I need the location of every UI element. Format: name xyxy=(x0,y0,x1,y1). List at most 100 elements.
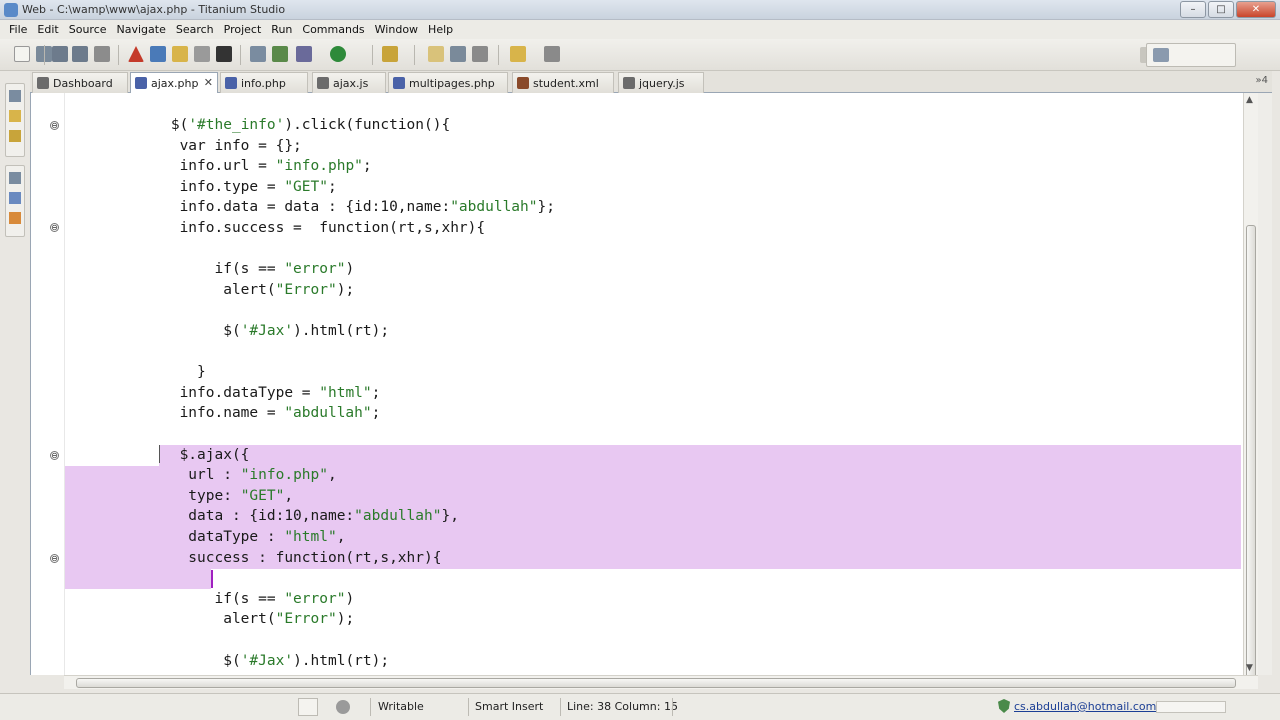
toolbar-separator xyxy=(118,45,119,65)
tab-overflow-button[interactable]: »4 xyxy=(1256,75,1268,86)
menu-search[interactable]: Search xyxy=(171,20,219,39)
restore-stack-icon[interactable] xyxy=(9,172,21,184)
menu-commands[interactable]: Commands xyxy=(297,20,369,39)
trim-view-group xyxy=(5,83,25,157)
save-icon[interactable] xyxy=(52,46,68,62)
tab-info-php[interactable]: info.php xyxy=(220,72,308,93)
vertical-scrollbar[interactable]: ▲ ▼ xyxy=(1243,93,1258,685)
toolbar-separator xyxy=(240,45,241,65)
menu-edit[interactable]: Edit xyxy=(32,20,63,39)
fold-marker-icon[interactable]: ⊖ xyxy=(50,121,59,130)
code-line: type: "GET", xyxy=(101,487,294,504)
code-line: alert("Error"); xyxy=(101,281,355,298)
minimize-button[interactable]: – xyxy=(1180,1,1206,18)
tab-multipages-php[interactable]: multipages.php xyxy=(388,72,508,93)
previous-annotation-icon[interactable] xyxy=(510,46,526,62)
fold-marker-icon[interactable]: ⊖ xyxy=(50,223,59,232)
menu-navigate[interactable]: Navigate xyxy=(112,20,171,39)
samples-view-icon[interactable] xyxy=(9,212,21,224)
run-icon[interactable] xyxy=(330,46,346,62)
menu-help[interactable]: Help xyxy=(423,20,458,39)
tab-jquery-js[interactable]: jquery.js xyxy=(618,72,704,93)
tab-label: ajax.php xyxy=(151,77,199,90)
settings-gear-icon[interactable] xyxy=(336,700,350,714)
publish-icon[interactable] xyxy=(250,46,266,62)
window-title: Web - C:\wamp\www\ajax.php - Titanium St… xyxy=(22,3,286,16)
app-explorer-icon[interactable] xyxy=(9,130,21,142)
tab-label: jquery.js xyxy=(639,77,685,90)
console-icon[interactable] xyxy=(216,46,232,62)
fold-marker-icon[interactable]: ⊖ xyxy=(50,554,59,563)
code-line: $.ajax({ xyxy=(101,446,250,463)
horizontal-scroll-thumb[interactable] xyxy=(76,678,1236,688)
tab-label: ajax.js xyxy=(333,77,369,90)
edit-icon[interactable] xyxy=(428,46,444,62)
tab-dashboard[interactable]: Dashboard xyxy=(32,72,128,93)
menu-project[interactable]: Project xyxy=(219,20,267,39)
signed-in-user[interactable]: cs.abdullah@hotmail.com xyxy=(1014,700,1156,713)
close-tab-icon[interactable]: ✕ xyxy=(204,76,213,89)
code-line: info.url = "info.php"; xyxy=(101,158,372,175)
js-file-icon xyxy=(623,77,635,89)
status-cursor-position: Line: 38 Column: 15 xyxy=(567,700,678,713)
deploy-icon[interactable] xyxy=(272,46,288,62)
code-line: } xyxy=(101,364,206,381)
scroll-down-icon[interactable]: ▼ xyxy=(1246,663,1253,673)
shield-icon xyxy=(998,699,1010,713)
scroll-up-icon[interactable]: ▲ xyxy=(1246,95,1253,105)
menu-bar: File Edit Source Navigate Search Project… xyxy=(0,20,1280,39)
tab-label: info.php xyxy=(241,77,286,90)
menu-window[interactable]: Window xyxy=(370,20,423,39)
project-explorer-icon[interactable] xyxy=(9,110,21,122)
php-file-icon xyxy=(135,77,147,89)
new-file-icon[interactable] xyxy=(14,46,30,62)
left-trim-stack xyxy=(0,71,30,697)
menu-source[interactable]: Source xyxy=(64,20,112,39)
next-annotation-icon[interactable] xyxy=(544,46,560,62)
code-line: success : function(rt,s,xhr){ xyxy=(101,549,442,566)
window-controls: – □ ✕ xyxy=(1180,1,1276,18)
warning-icon[interactable] xyxy=(128,46,144,62)
status-separator xyxy=(370,698,371,716)
toolbar-separator xyxy=(372,45,373,65)
code-editor[interactable]: ⊖ ⊖ ⊖ ⊖ $('#the_info').click(function(){… xyxy=(30,93,1258,675)
status-writable: Writable xyxy=(378,700,424,713)
js-file-icon xyxy=(317,77,329,89)
tab-ajax-js[interactable]: ajax.js xyxy=(312,72,386,93)
perspective-switcher[interactable] xyxy=(1146,43,1236,67)
php-file-icon xyxy=(393,77,405,89)
minimize-stack-icon[interactable] xyxy=(9,90,21,102)
terminal-icon[interactable] xyxy=(194,46,210,62)
save-all-icon[interactable] xyxy=(72,46,88,62)
paragraph-icon[interactable] xyxy=(472,46,488,62)
format-icon[interactable] xyxy=(450,46,466,62)
outline-icon[interactable] xyxy=(150,46,166,62)
tab-ajax-php[interactable]: ajax.php ✕ xyxy=(130,72,218,93)
app-icon xyxy=(4,3,18,17)
print-icon[interactable] xyxy=(94,46,110,62)
status-separator xyxy=(468,698,469,716)
vertical-scroll-thumb[interactable] xyxy=(1246,225,1256,685)
tab-student-xml[interactable]: student.xml xyxy=(512,72,614,93)
menu-run[interactable]: Run xyxy=(266,20,297,39)
progress-area xyxy=(1156,701,1226,713)
code-line: info.dataType = "html"; xyxy=(101,384,381,401)
fold-marker-icon[interactable]: ⊖ xyxy=(50,451,59,460)
outline-view-icon[interactable] xyxy=(9,192,21,204)
code-line: if(s == "error") xyxy=(101,590,355,607)
horizontal-scrollbar[interactable] xyxy=(64,675,1258,689)
folder-icon[interactable] xyxy=(172,46,188,62)
close-button[interactable]: ✕ xyxy=(1236,1,1276,18)
web-perspective-icon xyxy=(1153,48,1169,62)
menu-file[interactable]: File xyxy=(4,20,32,39)
code-line: $('#the_info').click(function(){ xyxy=(101,117,451,133)
maximize-button[interactable]: □ xyxy=(1208,1,1234,18)
dashboard-icon xyxy=(37,77,49,89)
show-view-icon[interactable] xyxy=(298,698,318,716)
debug-icon[interactable] xyxy=(296,46,312,62)
tab-label: multipages.php xyxy=(409,77,495,90)
wand-icon[interactable] xyxy=(382,46,398,62)
code-line: info.success = function(rt,s,xhr){ xyxy=(101,220,486,236)
